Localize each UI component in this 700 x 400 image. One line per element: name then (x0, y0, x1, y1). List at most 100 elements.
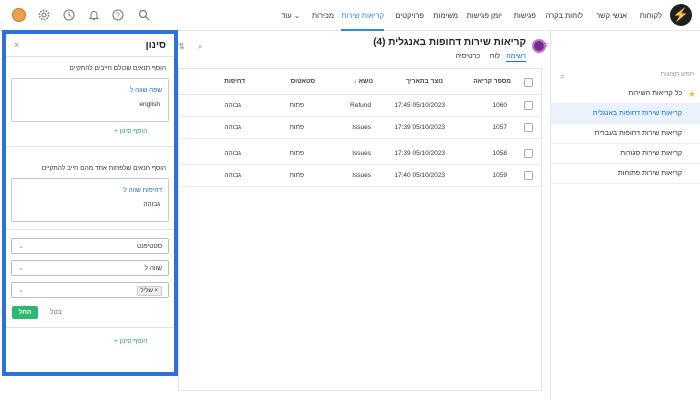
sidebar-item-urgent-english[interactable]: קריאות שירות דחופות באנגלית (551, 104, 700, 124)
nav-tasks[interactable]: משימות (433, 0, 458, 31)
row-checkbox[interactable] (524, 171, 533, 180)
nav-service-calls[interactable]: קריאות שירות (341, 0, 384, 31)
cell-subject: Issues (352, 172, 371, 179)
cell-call-number: 1060 (492, 102, 507, 109)
sidebar-item-open[interactable]: קריאות שירות פתוחות (551, 164, 700, 184)
select-all-checkbox[interactable] (524, 78, 533, 87)
cancel-button[interactable]: בטל (50, 306, 62, 319)
top-navigation-bar: ⚡ לקוחות אנשי קשר לוחות בקרה פגישות יומן… (0, 0, 700, 31)
sidebar-item-label: קריאות שירות דחופות בעברית (594, 130, 682, 137)
condition-urgency-value: גבוהה (143, 201, 160, 208)
cell-call-number: 1059 (492, 172, 507, 179)
main-header: קריאות שירות דחופות באנגלית (4) רשימה לו… (178, 31, 550, 67)
search-icon[interactable]: ⌕ (198, 42, 202, 52)
cell-subject: Refund (350, 102, 371, 109)
divider (6, 327, 174, 328)
chevron-down-icon: ⌄ (18, 287, 24, 294)
operator-select-value: שווה ל (144, 265, 163, 272)
field-select[interactable]: סטטיפנט ⌄ (11, 238, 169, 254)
cell-status: פתוח (289, 124, 304, 131)
add-filter-link-bottom[interactable]: + הוסף סינון (114, 338, 147, 345)
nav-calendar[interactable]: יומן פגישות (467, 0, 502, 31)
nav-customers[interactable]: לקוחות (640, 0, 662, 31)
close-icon[interactable]: × (14, 40, 19, 50)
page-title: קריאות שירות דחופות באנגלית (4) (373, 37, 526, 48)
tab-list[interactable]: רשימה (506, 53, 526, 62)
value-tag[interactable]: שליל × (136, 286, 162, 296)
star-icon: ★ (687, 89, 696, 99)
cell-call-number: 1058 (492, 150, 507, 157)
add-filter-link[interactable]: + הוסף סינון (114, 128, 147, 135)
divider (6, 229, 174, 230)
column-header-urgency[interactable]: דחיפות (224, 78, 245, 85)
condition-urgency-label[interactable]: דחיפות שווה ל (123, 187, 162, 194)
any-condition-box: דחיפות שווה ל גבוהה (11, 178, 169, 222)
operator-select[interactable]: שווה ל ⌄ (11, 260, 169, 276)
nav-projects[interactable]: פרויקטים (395, 0, 424, 31)
tab-board[interactable]: לוח (490, 53, 500, 60)
column-header-call-number[interactable]: מספר קריאה (473, 78, 511, 85)
cell-subject: Issues (352, 124, 371, 131)
bell-icon[interactable] (88, 9, 100, 21)
table-header: מספר קריאה נוצר בתאריך ↓ נושא סטאטוס דחי… (179, 69, 541, 95)
views-search-placeholder: חפש תצוגות (660, 71, 694, 78)
value-select[interactable]: שליל × ⌄ (11, 282, 169, 298)
apply-button[interactable]: החל (12, 306, 38, 319)
chevron-down-icon: ⌄ (18, 243, 24, 250)
nav-contacts[interactable]: אנשי קשר (596, 0, 627, 31)
sidebar-item-label: קריאות שירות סגורות (620, 150, 682, 157)
app-logo[interactable]: ⚡ (670, 4, 692, 26)
filter-panel-title: סינון (145, 40, 166, 51)
views-sidebar: חפש תצוגות ⌕ ★ כל קריאות השירות קריאות ש… (550, 31, 700, 400)
user-avatar[interactable] (12, 8, 26, 22)
row-checkbox[interactable] (524, 149, 533, 158)
nav-meetings[interactable]: פגישות (514, 0, 536, 31)
cell-created: 17:45 05/10/2023 (394, 102, 445, 109)
divider (6, 146, 174, 147)
svg-text:?: ? (116, 13, 120, 20)
table-row[interactable]: 1057 17:39 05/10/2023 Issues פתוח גבוהה (179, 117, 541, 139)
clock-icon[interactable] (63, 9, 75, 21)
all-conditions-box: שפה שווה ל english (11, 78, 169, 122)
tab-card[interactable]: כרטיסיה (456, 53, 480, 60)
any-condition-text: הוסף תנאים שלפחות אחד מהם חייב להתקיים (41, 165, 166, 172)
table-row[interactable]: 1059 17:40 05/10/2023 Issues פתוח גבוהה (179, 165, 541, 187)
sidebar-item-label: קריאות שירות פתוחות (617, 170, 682, 177)
nav-sales[interactable]: מכירות (312, 0, 334, 31)
service-calls-table: מספר קריאה נוצר בתאריך ↓ נושא סטאטוס דחי… (178, 68, 542, 391)
table-row[interactable]: 1060 17:45 05/10/2023 Refund פתוח גבוהה (179, 95, 541, 117)
nav-dashboards[interactable]: לוחות בקרה (546, 0, 583, 31)
table-row[interactable]: 1058 17:39 05/10/2023 Issues פתוח גבוהה (179, 143, 541, 165)
column-header-created[interactable]: נוצר בתאריך (406, 78, 443, 85)
chevron-down-icon: ⌄ (18, 265, 24, 272)
cell-urgency: גבוהה (224, 172, 241, 179)
search-icon: ⌕ (560, 72, 565, 81)
condition-language-label[interactable]: שפה שווה ל (130, 87, 162, 94)
views-search-input[interactable]: חפש תצוגות ⌕ (556, 68, 694, 82)
gear-icon[interactable] (38, 9, 50, 21)
row-checkbox[interactable] (524, 123, 533, 132)
cell-status: פתוח (289, 150, 304, 157)
sidebar-item-label: כל קריאות השירות (628, 90, 682, 97)
divider (6, 56, 174, 57)
help-icon[interactable]: ? (112, 9, 124, 21)
column-header-status[interactable]: סטאטוס (291, 78, 315, 85)
cell-subject: Issues (352, 150, 371, 157)
filter-toggle-icon[interactable]: ⇅ (178, 42, 185, 51)
sidebar-item-urgent-hebrew[interactable]: קריאות שירות דחופות בעברית (551, 124, 700, 144)
list-menu-icon[interactable]: ≡ (543, 40, 548, 50)
sidebar-item-label: קריאות שירות דחופות באנגלית (592, 110, 682, 117)
nav-more[interactable]: עוד ⌄ (281, 0, 300, 31)
cell-urgency: גבוהה (224, 102, 241, 109)
search-icon[interactable] (138, 9, 150, 21)
sidebar-item-all-service-calls[interactable]: ★ כל קריאות השירות (551, 84, 700, 104)
cell-urgency: גבוהה (224, 150, 241, 157)
condition-language-value: english (139, 101, 160, 108)
sidebar-item-closed[interactable]: קריאות שירות סגורות (551, 144, 700, 164)
all-conditions-text: הוסף תנאים שכולם חייבים להתקיים (69, 65, 166, 72)
column-header-subject[interactable]: ↓ נושא (354, 78, 374, 85)
row-checkbox[interactable] (524, 101, 533, 110)
cell-status: פתוח (289, 172, 304, 179)
filter-panel: סינון × הוסף תנאים שכולם חייבים להתקיים … (2, 30, 178, 376)
cell-created: 17:40 05/10/2023 (394, 172, 445, 179)
